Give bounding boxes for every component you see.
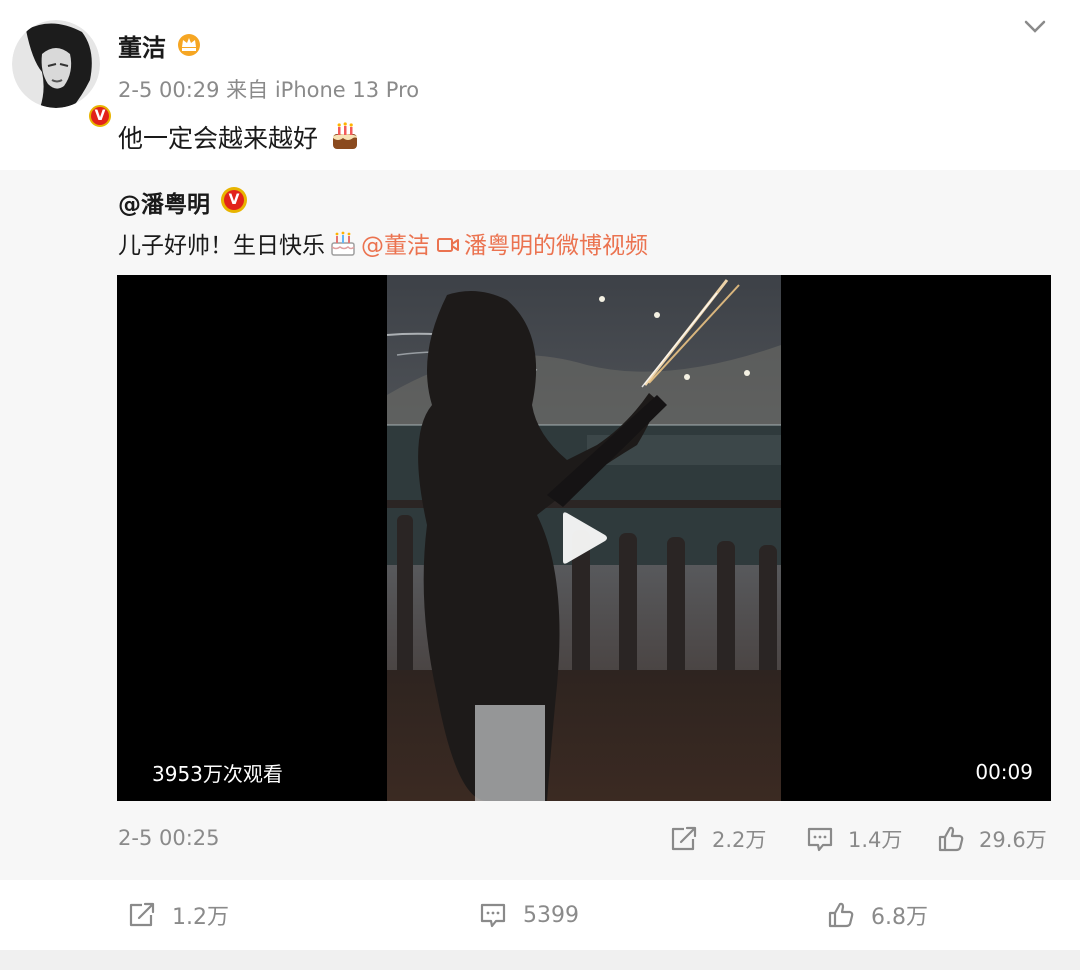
mention-link[interactable]: @董洁 xyxy=(361,233,430,259)
comment-count: 5399 xyxy=(523,902,579,928)
original-timestamp: 2-5 00:25 xyxy=(118,826,220,850)
original-share-count: 2.2万 xyxy=(712,828,767,852)
original-text: 儿子好帅！生日快乐 @董洁 潘粤明的微博视频 xyxy=(118,226,648,260)
birthday-cake-icon xyxy=(331,231,355,256)
original-comment-button[interactable]: 1.4万 xyxy=(806,824,902,854)
avatar[interactable]: V xyxy=(12,20,114,130)
post-meta: 2-5 00:29 来自 iPhone 13 Pro xyxy=(118,78,420,102)
like-icon xyxy=(938,826,964,852)
post-author-name[interactable]: 董洁 xyxy=(118,28,166,63)
share-icon xyxy=(129,902,155,927)
post-text: 他一定会越来越好 xyxy=(118,124,319,153)
chevron-down-icon[interactable] xyxy=(1022,16,1048,36)
like-count: 6.8万 xyxy=(871,905,928,930)
original-share-button[interactable]: 2.2万 xyxy=(670,824,766,854)
verified-badge-icon: V xyxy=(221,187,247,213)
comment-icon xyxy=(807,827,833,852)
like-icon xyxy=(828,902,854,928)
video-link-icon xyxy=(437,238,459,252)
comment-icon xyxy=(480,903,506,928)
video-duration: 00:09 xyxy=(975,760,1033,784)
cake-icon xyxy=(333,122,357,149)
share-icon xyxy=(671,826,697,851)
crown-icon xyxy=(178,34,200,56)
like-button[interactable]: 6.8万 xyxy=(827,900,928,930)
avatar-image xyxy=(12,20,100,108)
video-view-count: 3953万次观看 xyxy=(152,762,283,786)
feed-divider xyxy=(0,950,1080,970)
verified-mark: V xyxy=(228,192,240,208)
original-comment-count: 1.4万 xyxy=(848,828,903,852)
verified-mark: V xyxy=(94,108,106,124)
comment-button[interactable]: 5399 xyxy=(479,900,579,930)
original-like-count: 29.6万 xyxy=(979,828,1047,852)
share-count: 1.2万 xyxy=(172,905,229,930)
original-text-body: 儿子好帅！生日快乐 xyxy=(118,233,325,259)
share-button[interactable]: 1.2万 xyxy=(128,900,229,930)
video-link[interactable]: 潘粤明的微博视频 xyxy=(464,233,648,259)
play-icon[interactable] xyxy=(557,509,611,567)
video-player[interactable]: 3953万次观看 00:09 xyxy=(117,275,1051,801)
weibo-post: V 董洁 2-5 00:29 来自 iPhone 13 Pro 他一定会越来越好… xyxy=(0,0,1080,970)
original-author[interactable]: @潘粤明 xyxy=(118,185,210,219)
verified-badge-icon: V xyxy=(86,102,114,130)
original-like-button[interactable]: 29.6万 xyxy=(937,824,1047,854)
